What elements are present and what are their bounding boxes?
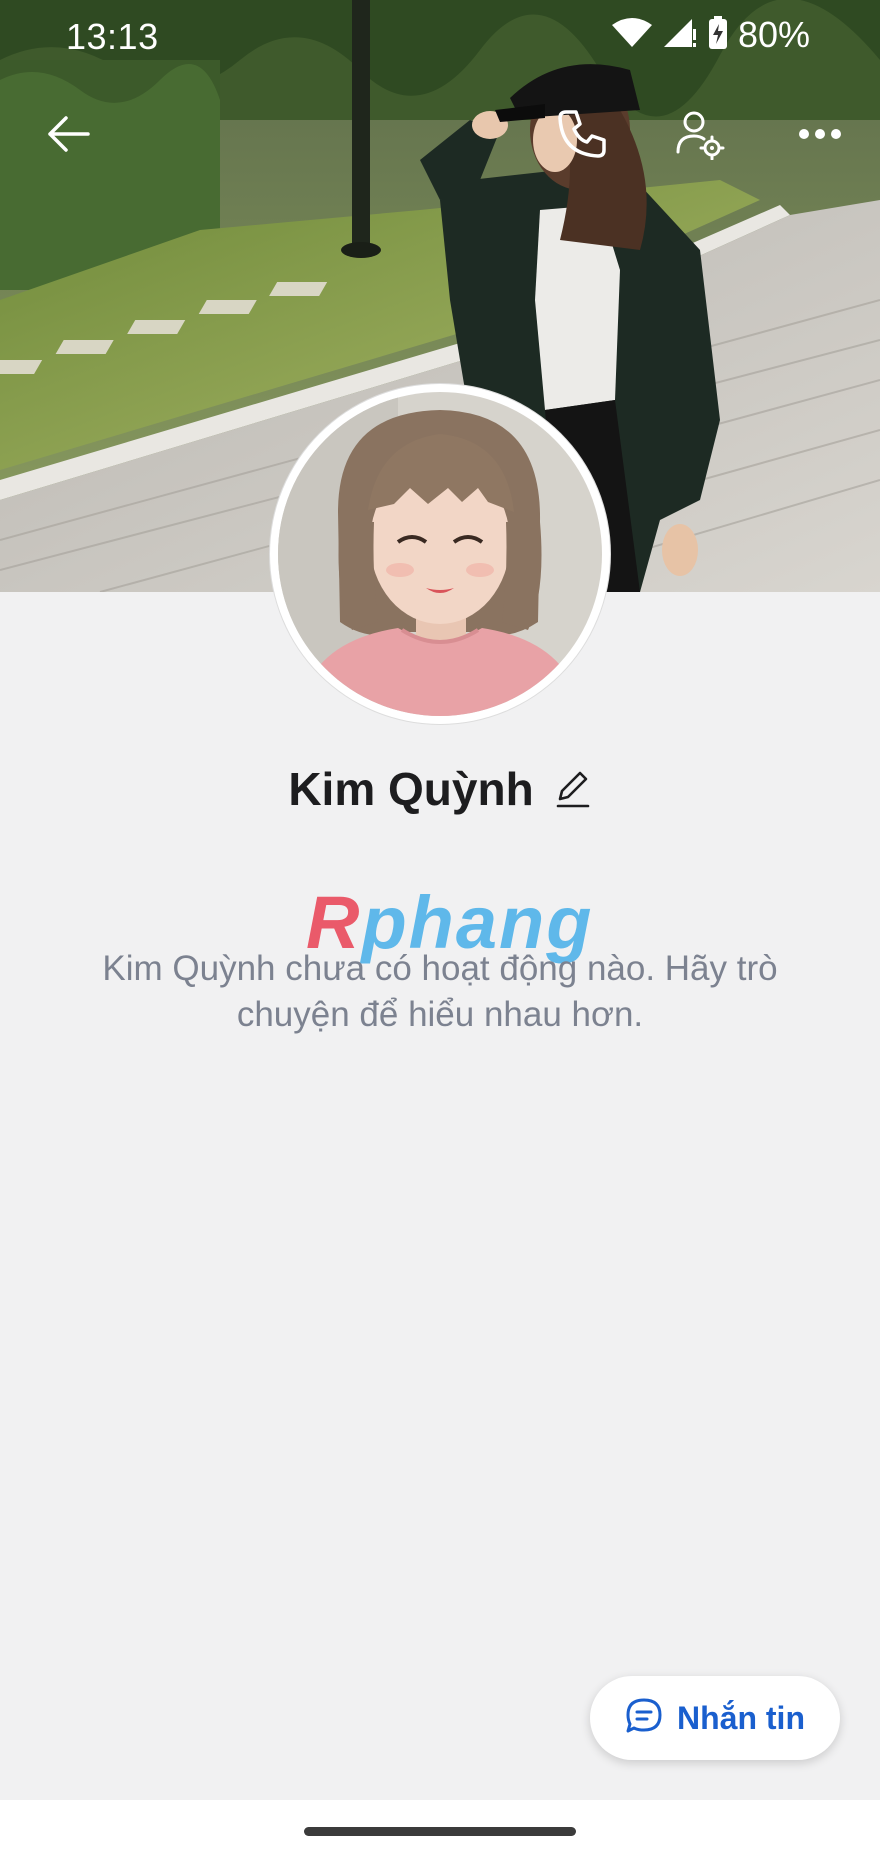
- navigation-bar: [0, 1800, 880, 1859]
- profile-screen: 13:13 80% Kim Quỳnh Rphang Kim Quỳnh chư…: [0, 0, 880, 1859]
- arrow-left-icon: [44, 114, 92, 159]
- avatar[interactable]: [270, 384, 610, 724]
- call-button[interactable]: [546, 100, 618, 172]
- empty-activity-message: Kim Quỳnh chưa có hoạt động nào. Hãy trò…: [102, 949, 778, 1034]
- status-icons: 80%: [611, 14, 810, 56]
- user-settings-icon: [674, 108, 726, 165]
- pencil-icon[interactable]: [552, 769, 592, 809]
- back-button[interactable]: [32, 100, 104, 172]
- profile-name: Kim Quỳnh: [288, 763, 534, 815]
- more-horizontal-icon: [798, 127, 842, 145]
- chat-bubble-icon: [625, 1697, 663, 1740]
- profile-settings-button[interactable]: [664, 100, 736, 172]
- wifi-icon: [611, 17, 652, 54]
- profile-name-row: Kim Quỳnh: [0, 762, 880, 816]
- message-button-label: Nhắn tin: [677, 1699, 805, 1736]
- message-button[interactable]: Nhắn tin: [590, 1676, 840, 1760]
- home-indicator[interactable]: [304, 1827, 576, 1836]
- more-button[interactable]: [784, 100, 856, 172]
- status-time: 13:13: [66, 16, 159, 57]
- status-bar: 13:13 80%: [0, 0, 880, 80]
- avatar-photo: [278, 392, 602, 716]
- phone-icon: [556, 108, 608, 165]
- battery-percent: 80%: [737, 14, 810, 55]
- signal-icon: [662, 17, 698, 54]
- battery-charging-icon: [708, 15, 728, 55]
